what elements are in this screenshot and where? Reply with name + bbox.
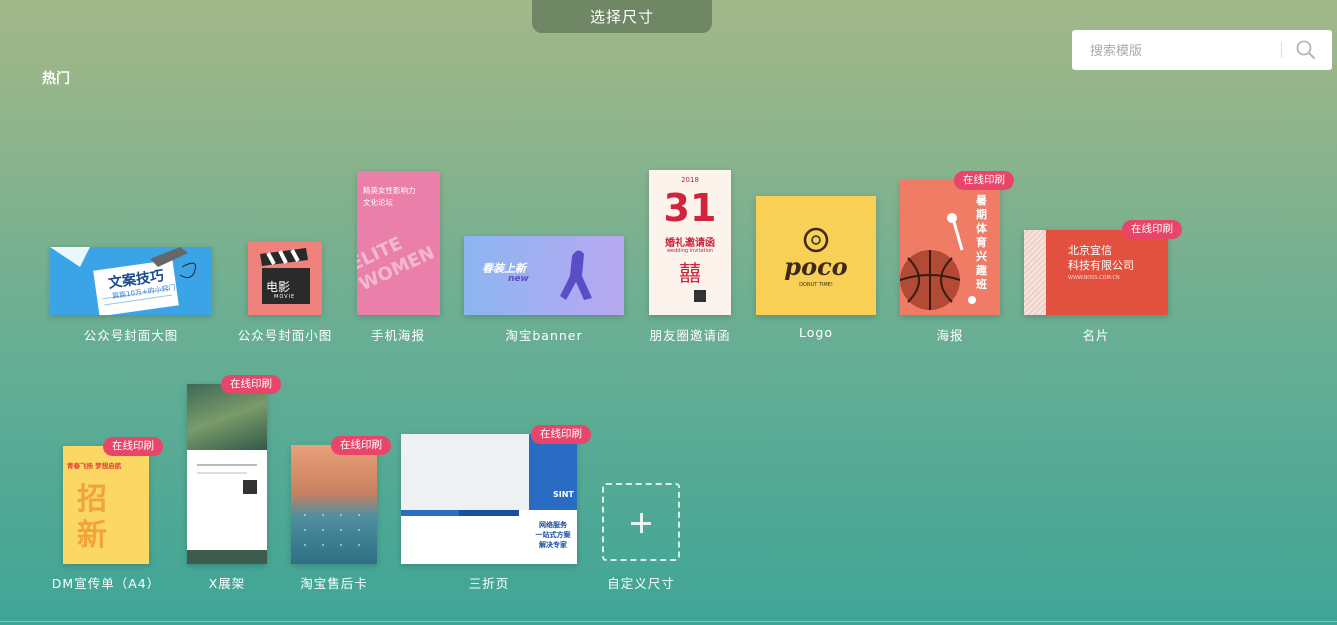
- search-input[interactable]: [1088, 40, 1272, 62]
- search-icon[interactable]: [1295, 39, 1317, 61]
- card-title: 精英女性影响力 文化论坛: [363, 186, 416, 207]
- card-pattern: [1024, 230, 1046, 315]
- qr-code-icon: [243, 480, 257, 494]
- custom-size-label: 自定义尺寸: [607, 576, 675, 591]
- select-size-tab[interactable]: 选择尺寸: [532, 0, 712, 33]
- search-box: [1072, 30, 1332, 70]
- online-print-badge: 在线印刷: [221, 375, 281, 394]
- online-print-badge: 在线印刷: [1122, 220, 1182, 239]
- card-title: 暑期体育兴趣班: [976, 194, 987, 291]
- plus-icon: [640, 513, 643, 533]
- card-url: WWW.BOSS.COM.CN: [1068, 275, 1120, 281]
- template-label: 三折页: [468, 576, 510, 591]
- card-subtitle: DONUT TIME!: [799, 282, 833, 288]
- card-blue-strip: [459, 510, 519, 516]
- divider: [0, 621, 1337, 622]
- template-thumbnail: 春装上新 new: [464, 236, 624, 315]
- card-seal: 囍: [678, 262, 701, 287]
- online-print-badge: 在线印刷: [954, 171, 1014, 190]
- qr-code-icon: [694, 290, 706, 302]
- card-subtitle: wedding invitation: [666, 248, 714, 254]
- custom-size-button[interactable]: [602, 483, 680, 561]
- card-title: 电影: [266, 280, 291, 294]
- card-day: 31: [663, 186, 717, 230]
- card-brand: SINT: [553, 490, 574, 499]
- card-year: 2018: [681, 176, 699, 184]
- card-big-text: 招新: [77, 482, 107, 553]
- template-thumbnail: 精英女性影响力 文化论坛 ELITE WOMEN: [357, 171, 440, 315]
- template-label: 公众号封面小图: [237, 328, 333, 343]
- template-label: 淘宝售后卡: [300, 576, 368, 591]
- dot-pattern: [304, 514, 360, 546]
- card-subtitle: new: [508, 274, 529, 284]
- online-print-badge: 在线印刷: [103, 437, 163, 456]
- card-title: 婚礼邀请函: [665, 238, 715, 249]
- card-blue-strip: [401, 510, 459, 516]
- section-title: 热门: [42, 71, 70, 87]
- card-brand: poco: [784, 252, 848, 281]
- template-label: 手机海报: [370, 328, 425, 343]
- template-thumbnail: [291, 445, 377, 564]
- card-subtitle: MOVIE: [274, 294, 296, 300]
- template-label: 海报: [936, 328, 964, 343]
- template-thumbnail: 文案技巧 篇篇10万+的小窍门: [50, 247, 212, 315]
- template-thumbnail: 北京宜信 科技有限公司 WWW.BOSS.COM.CN: [1024, 230, 1168, 315]
- template-label: 名片: [1082, 328, 1110, 343]
- template-thumbnail: [187, 384, 267, 564]
- template-label: 公众号封面大图: [83, 328, 179, 343]
- template-thumbnail: poco DONUT TIME!: [756, 196, 876, 315]
- online-print-badge: 在线印刷: [331, 436, 391, 455]
- card-text-line: [197, 472, 247, 474]
- card-text-line: [197, 464, 257, 466]
- template-thumbnail: SINT 网络服务 一站式方案 解决专家: [401, 434, 577, 564]
- template-label: 淘宝banner: [505, 328, 583, 343]
- template-thumbnail: 青春飞扬 梦想启航 招新: [63, 446, 149, 564]
- template-label: Logo: [799, 325, 833, 340]
- search-divider: [1281, 42, 1282, 58]
- template-label: X展架: [208, 576, 246, 591]
- card-company-line1: 北京宜信: [1068, 244, 1112, 257]
- card-slogan: 网络服务 一站式方案 解决专家: [535, 521, 571, 549]
- template-thumbnail: 2018 31 婚礼邀请函 wedding invitation 囍: [649, 170, 731, 315]
- online-print-badge: 在线印刷: [531, 425, 591, 444]
- template-thumbnail: 电影 MOVIE: [248, 242, 322, 315]
- card-bg-text: ELITE WOMEN: [357, 233, 438, 296]
- template-thumbnail: 暑期体育兴趣班: [900, 180, 1000, 315]
- card-footer-bar: [187, 550, 267, 564]
- card-company-line2: 科技有限公司: [1068, 259, 1134, 272]
- template-label: 朋友圈邀请函: [649, 328, 731, 343]
- template-label: DM宣传单（A4）: [51, 576, 161, 591]
- card-title: 青春飞扬 梦想启航: [67, 462, 122, 470]
